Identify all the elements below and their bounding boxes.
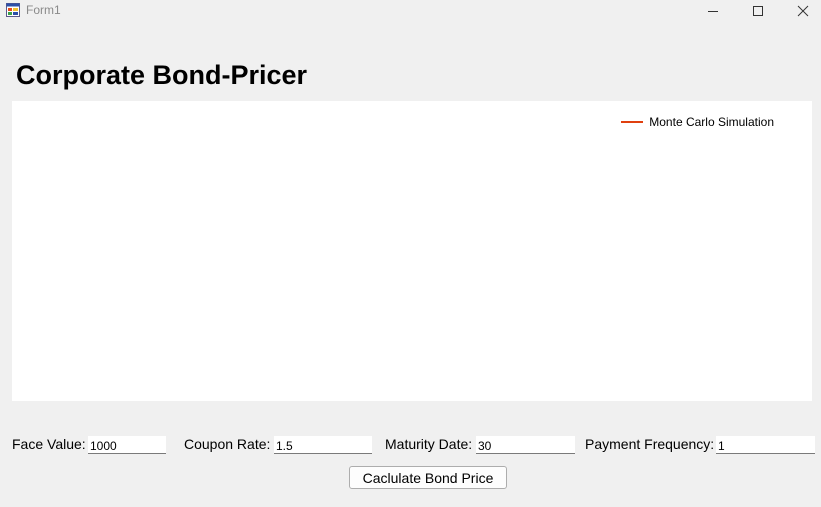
coupon-rate-label: Coupon Rate: [184, 436, 271, 452]
minimize-button[interactable] [690, 0, 736, 22]
page-title: Corporate Bond-Pricer [16, 60, 308, 90]
chart-area: Monte Carlo Simulation [12, 101, 812, 401]
minimize-icon [708, 11, 718, 12]
maximize-icon [753, 6, 763, 16]
payment-frequency-label: Payment Frequency: [585, 436, 715, 452]
window-title: Form1 [26, 3, 61, 17]
legend-swatch [621, 121, 644, 123]
chart-legend: Monte Carlo Simulation [621, 115, 774, 129]
face-value-input[interactable] [88, 436, 166, 454]
maximize-button[interactable] [735, 0, 781, 22]
maturity-date-label: Maturity Date: [385, 436, 473, 452]
close-button[interactable] [780, 0, 821, 22]
face-value-label: Face Value: [12, 436, 86, 452]
window-titlebar[interactable]: Form1 [0, 0, 821, 26]
legend-label: Monte Carlo Simulation [649, 115, 774, 129]
close-icon [797, 5, 809, 17]
app-icon [6, 3, 20, 17]
calculate-bond-price-button[interactable]: Caclulate Bond Price [349, 466, 507, 489]
payment-frequency-input[interactable] [716, 436, 815, 454]
maturity-date-input[interactable] [476, 436, 575, 454]
coupon-rate-input[interactable] [274, 436, 372, 454]
